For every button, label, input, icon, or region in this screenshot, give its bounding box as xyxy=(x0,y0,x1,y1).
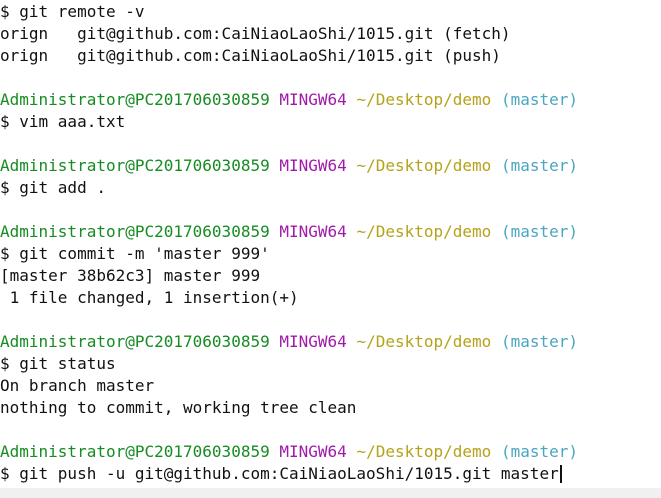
terminal-window[interactable]: $ git remote -v orign git@github.com:Cai… xyxy=(0,0,661,498)
command-line: $ git add . xyxy=(0,177,661,199)
prompt-system: MINGW64 xyxy=(279,442,347,461)
command-text: $ git add . xyxy=(0,178,106,197)
command-line: $ git commit -m 'master 999' xyxy=(0,243,661,265)
command-line: $ vim aaa.txt xyxy=(0,111,661,133)
prompt-user-host: Administrator@PC201706030859 xyxy=(0,90,270,109)
prompt-system: MINGW64 xyxy=(279,156,347,175)
output-line: nothing to commit, working tree clean xyxy=(0,397,661,419)
prompt-system: MINGW64 xyxy=(279,222,347,241)
output-text: orign git@github.com:CaiNiaoLaoShi/1015.… xyxy=(0,24,511,43)
terminal-output: $ git remote -v orign git@github.com:Cai… xyxy=(0,1,661,485)
prompt-branch: (master) xyxy=(500,442,578,461)
prompt-branch: (master) xyxy=(500,332,578,351)
prompt-branch: (master) xyxy=(500,222,578,241)
output-line: orign git@github.com:CaiNiaoLaoShi/1015.… xyxy=(0,45,661,67)
prompt-user-host: Administrator@PC201706030859 xyxy=(0,332,270,351)
output-line: [master 38b62c3] master 999 xyxy=(0,265,661,287)
command-input-text[interactable]: $ git push -u git@github.com:CaiNiaoLaoS… xyxy=(0,463,559,485)
prompt-path: ~/Desktop/demo xyxy=(356,332,492,351)
window-bottom-edge xyxy=(0,488,661,498)
prompt-branch: (master) xyxy=(500,90,578,109)
output-line: On branch master xyxy=(0,375,661,397)
output-text: [master 38b62c3] master 999 xyxy=(0,266,261,285)
command-line: $ git status xyxy=(0,353,661,375)
prompt-user-host: Administrator@PC201706030859 xyxy=(0,442,270,461)
prompt-line: Administrator@PC201706030859 MINGW64 ~/D… xyxy=(0,441,661,463)
command-text: $ git remote -v xyxy=(0,2,145,21)
output-text: 1 file changed, 1 insertion(+) xyxy=(0,288,299,307)
text-cursor xyxy=(559,465,562,483)
prompt-line: Administrator@PC201706030859 MINGW64 ~/D… xyxy=(0,155,661,177)
prompt-system: MINGW64 xyxy=(279,90,347,109)
prompt-system: MINGW64 xyxy=(279,332,347,351)
prompt-path: ~/Desktop/demo xyxy=(356,222,492,241)
prompt-user-host: Administrator@PC201706030859 xyxy=(0,222,270,241)
output-text: On branch master xyxy=(0,376,155,395)
command-input-line[interactable]: $ git push -u git@github.com:CaiNiaoLaoS… xyxy=(0,463,661,485)
prompt-user-host: Administrator@PC201706030859 xyxy=(0,156,270,175)
command-text: $ vim aaa.txt xyxy=(0,112,126,131)
prompt-branch: (master) xyxy=(500,156,578,175)
output-text: orign git@github.com:CaiNiaoLaoShi/1015.… xyxy=(0,46,501,65)
prompt-path: ~/Desktop/demo xyxy=(356,442,492,461)
command-line: $ git remote -v xyxy=(0,1,661,23)
prompt-line: Administrator@PC201706030859 MINGW64 ~/D… xyxy=(0,89,661,111)
prompt-path: ~/Desktop/demo xyxy=(356,90,492,109)
command-text: $ git status xyxy=(0,354,116,373)
prompt-path: ~/Desktop/demo xyxy=(356,156,492,175)
output-text: nothing to commit, working tree clean xyxy=(0,398,357,417)
prompt-line: Administrator@PC201706030859 MINGW64 ~/D… xyxy=(0,331,661,353)
prompt-line: Administrator@PC201706030859 MINGW64 ~/D… xyxy=(0,221,661,243)
output-line: 1 file changed, 1 insertion(+) xyxy=(0,287,661,309)
command-text: $ git commit -m 'master 999' xyxy=(0,244,270,263)
output-line: orign git@github.com:CaiNiaoLaoShi/1015.… xyxy=(0,23,661,45)
